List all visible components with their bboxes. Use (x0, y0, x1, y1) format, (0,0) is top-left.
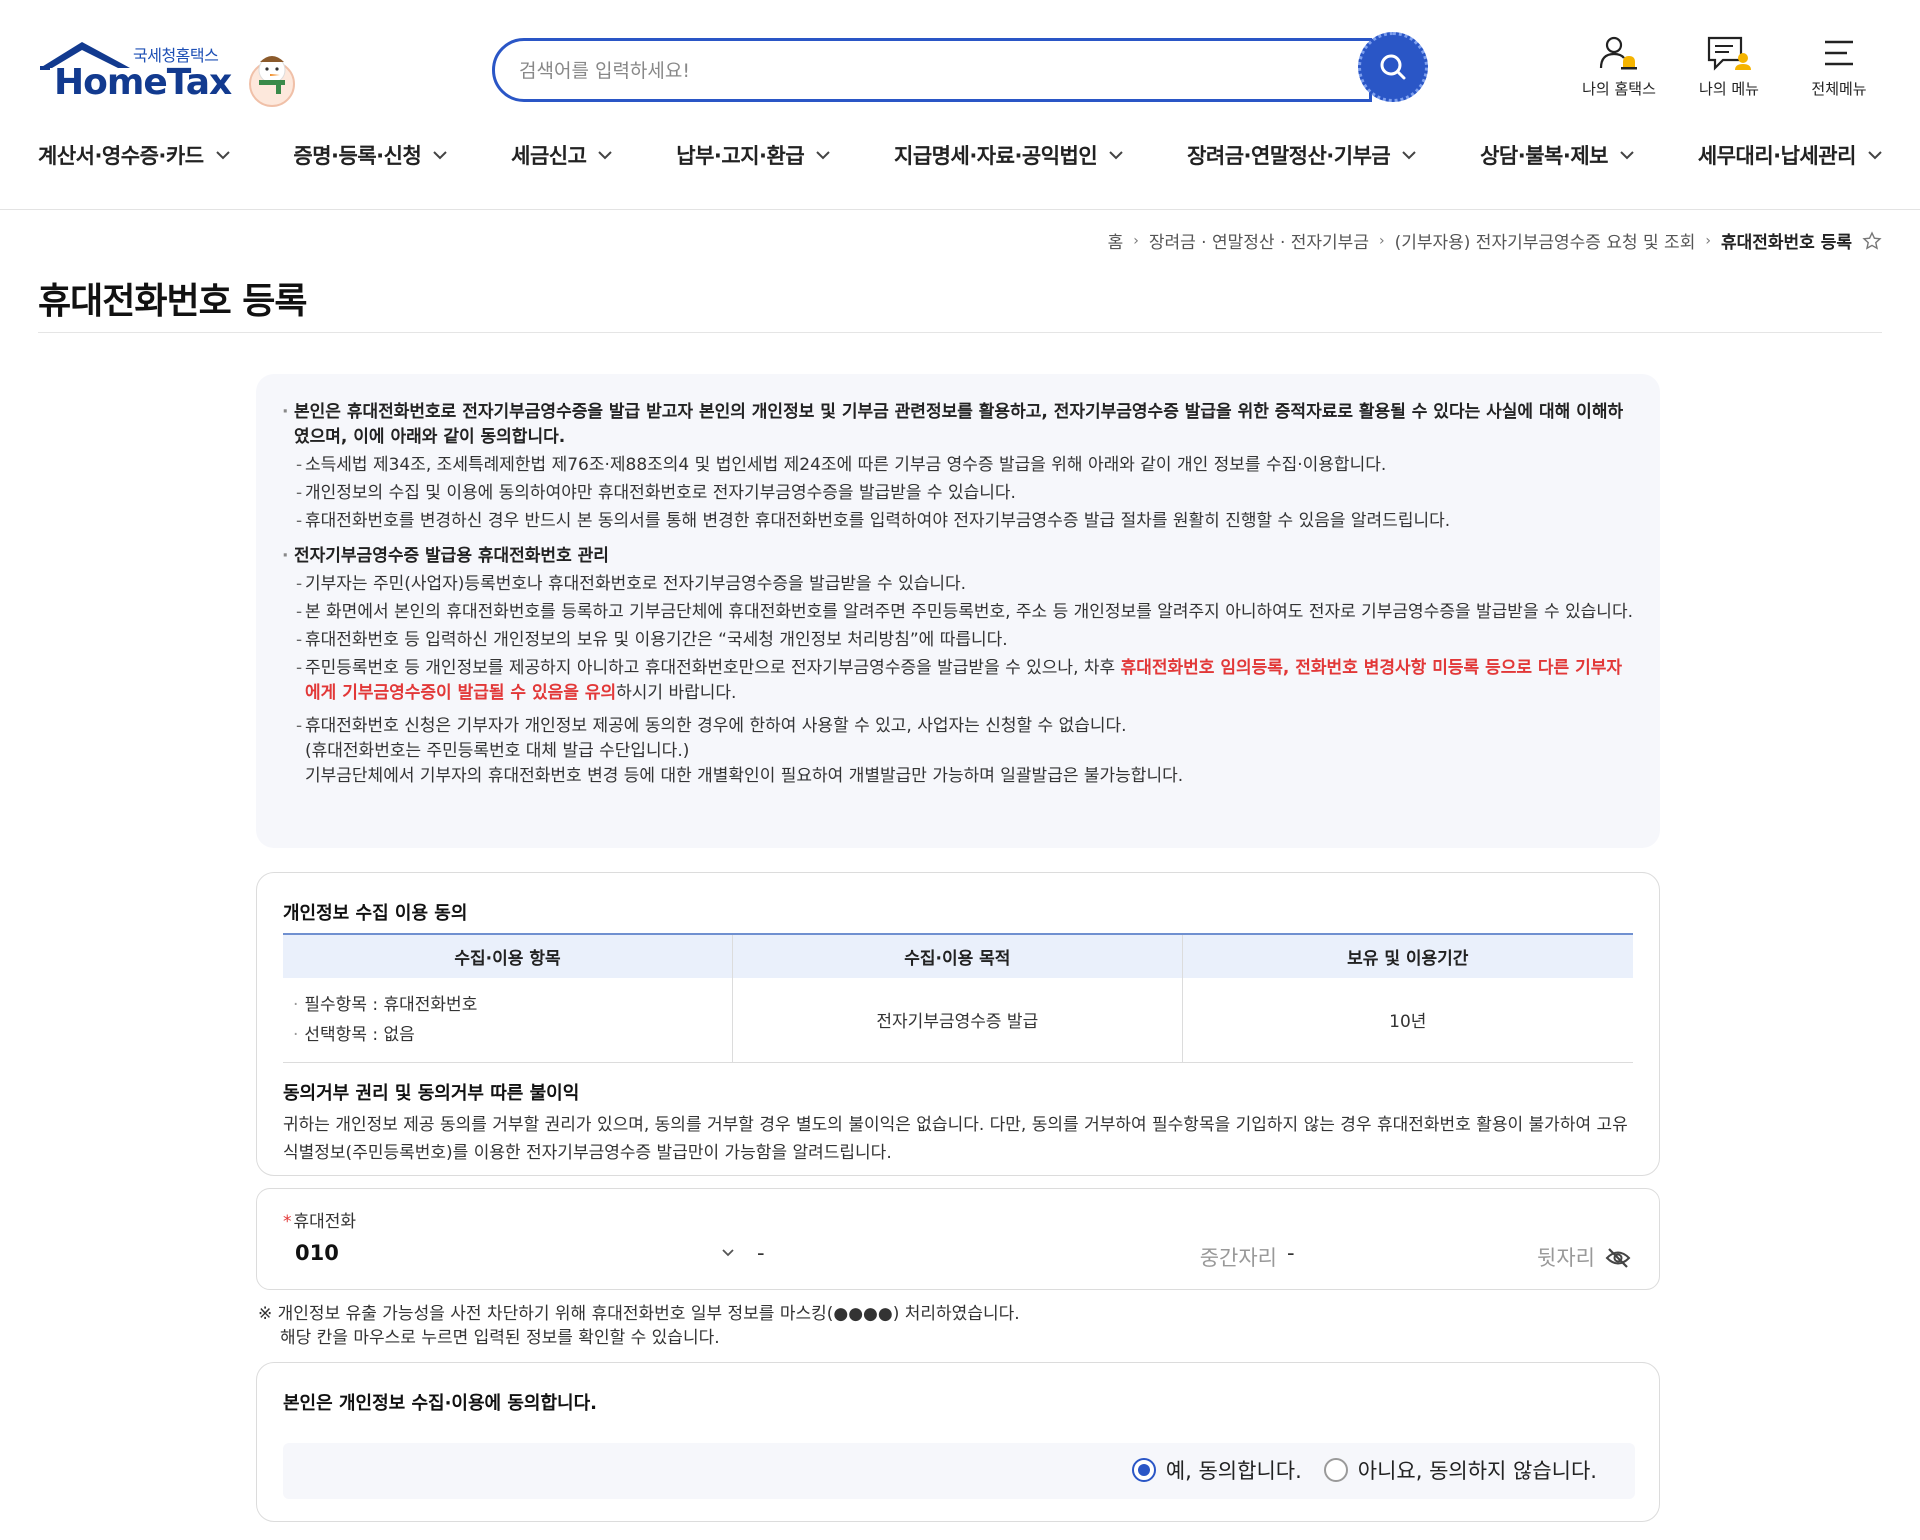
breadcrumb: 홈 › 장려금 · 연말정산 · 전자기부금 › (기부자용) 전자기부금영수증… (1108, 228, 1882, 253)
chevron-down-icon (816, 151, 830, 160)
agree-title: 본인은 개인정보 수집·이용에 동의합니다. (283, 1393, 597, 1414)
phone-last-input[interactable] (1307, 1241, 1595, 1275)
agree-box: 본인은 개인정보 수집·이용에 동의합니다. 예, 동의합니다. 아니요, 동의… (256, 1362, 1660, 1522)
radio-selected-icon (1131, 1458, 1156, 1482)
nav-item-certificates[interactable]: 증명·등록·신청 (293, 140, 447, 170)
masking-note-line: ※ 개인정보 유출 가능성을 사전 차단하기 위해 휴대전화번호 일부 정보를 … (258, 1304, 1020, 1324)
breadcrumb-home[interactable]: 홈 (1108, 228, 1124, 253)
agree-no-radio[interactable]: 아니요, 동의하지 않습니다. (1323, 1455, 1597, 1485)
breadcrumb-separator-icon: › (1133, 232, 1139, 249)
chevron-down-icon (598, 151, 613, 160)
nav-item-receipts[interactable]: 계산서·영수증·카드 (38, 140, 230, 170)
my-hometax-button[interactable]: 나의 홈택스 (1576, 34, 1662, 99)
breadcrumb-separator-icon: › (1705, 232, 1711, 249)
breadcrumb-current: 휴대전화번호 등록 (1720, 233, 1852, 253)
refusal-title: 동의거부 권리 및 동의거부 따른 불이익 (283, 1082, 580, 1104)
my-menu-icon (1707, 36, 1751, 71)
required-mark: * (283, 1212, 292, 1232)
column-header: 수집·이용 항목 (283, 934, 734, 978)
list-item: · 필수항목 : 휴대전화번호 (293, 994, 478, 1015)
search-box (492, 38, 1372, 102)
chevron-down-icon (215, 151, 230, 160)
breadcrumb-separator-icon: › (1378, 232, 1385, 249)
list-item: · 선택항목 : 없음 (293, 1024, 415, 1045)
period-cell: 10년 (1182, 978, 1633, 1063)
notice-item-line: (휴대전화번호는 주민등록번호 대체 발급 수단입니다.) (305, 741, 690, 761)
page-title: 휴대전화번호 등록 (38, 281, 307, 322)
notice-item: 소득세법 제34조, 조세특례제한법 제76조·제88조의4 및 법인세법 제2… (282, 453, 1634, 478)
table-row: · 필수항목 : 휴대전화번호 · 선택항목 : 없음 전자기부금영수증 발급 10… (283, 978, 1633, 1063)
chevron-down-icon (1109, 151, 1123, 160)
search-button[interactable] (1358, 32, 1428, 102)
masking-note-line: 해당 칸을 마우스로 누르면 입력된 정보를 확인할 수 있습니다. (280, 1328, 720, 1348)
nav-item-consult[interactable]: 상담·불복·제보 (1480, 140, 1634, 170)
hometax-logo[interactable]: 국세청홈택스 HomeTax (38, 38, 308, 110)
breadcrumb-incentive[interactable]: 장려금 · 연말정산 · 전자기부금 (1149, 228, 1369, 253)
all-menu-label: 전체메뉴 (1811, 80, 1867, 98)
snowman-mascot-icon (249, 56, 295, 107)
chevron-down-icon (1868, 151, 1882, 160)
masking-note: ※ 개인정보 유출 가능성을 사전 차단하기 위해 휴대전화번호 일부 정보를 … (258, 1302, 1020, 1350)
agree-panel: 예, 동의합니다. 아니요, 동의하지 않습니다. (283, 1443, 1635, 1499)
column-header: 수집·이용 목적 (732, 934, 1183, 978)
notice-item: 개인정보의 수집 및 이용에 동의하여야만 휴대전화번호로 전자기부금영수증을 … (282, 481, 1634, 506)
hamburger-icon (1825, 40, 1853, 66)
top-tools: 나의 홈택스 나의 메뉴 전체메뉴 (1576, 34, 1882, 99)
refusal-text: 귀하는 개인정보 제공 동의를 거부할 권리가 있으며, 동의를 거부할 경우 … (283, 1114, 1628, 1163)
privacy-title: 개인정보 수집 이용 동의 (283, 903, 468, 924)
chevron-down-icon (722, 1249, 734, 1257)
my-menu-button[interactable]: 나의 메뉴 (1686, 34, 1772, 99)
nav-item-payment-statement[interactable]: 지급명세·자료·공익법인 (894, 140, 1123, 170)
title-divider (38, 332, 1882, 333)
collect-items-cell: · 필수항목 : 휴대전화번호 · 선택항목 : 없음 (283, 978, 734, 1063)
chevron-down-icon (1620, 151, 1634, 160)
column-header: 보유 및 이용기간 (1182, 934, 1633, 978)
notice-bullet: 본인은 휴대전화번호로 전자기부금영수증을 발급 받고자 본인의 개인정보 및 … (282, 400, 1634, 450)
notice-box: 본인은 휴대전화번호로 전자기부금영수증을 발급 받고자 본인의 개인정보 및 … (256, 374, 1660, 848)
chevron-down-icon (433, 151, 447, 160)
main-nav: 계산서·영수증·카드 증명·등록·신청 세금신고 납부·고지·환급 지급명세·자… (38, 140, 1882, 170)
site-header: 국세청홈택스 HomeTax 나의 홈택 (0, 0, 1920, 210)
eye-off-icon[interactable] (1605, 1247, 1631, 1269)
privacy-consent-box: 개인정보 수집 이용 동의 수집·이용 항목 수집·이용 목적 보유 및 이용기… (256, 872, 1660, 1176)
nav-item-tax-agent[interactable]: 세무대리·납세관리 (1698, 140, 1882, 170)
notice-bullet: 전자기부금영수증 발급용 휴대전화번호 관리 (282, 544, 1634, 569)
notice-item-warning: 주민등록번호 등 개인정보를 제공하지 아니하고 휴대전화번호만으로 전자기부금… (282, 656, 1634, 706)
all-menu-button[interactable]: 전체메뉴 (1796, 34, 1882, 99)
purpose-cell: 전자기부금영수증 발급 (732, 978, 1183, 1063)
my-menu-label: 나의 메뉴 (1699, 80, 1759, 98)
notice-item: 휴대전화번호 등 입력하신 개인정보의 보유 및 이용기간은 “국세청 개인정보… (282, 628, 1634, 653)
search-input[interactable] (519, 53, 1319, 89)
breadcrumb-donation-receipt[interactable]: (기부자용) 전자기부금영수증 요청 및 조회 (1395, 228, 1696, 253)
chevron-down-icon (1402, 151, 1416, 160)
phone-label: * 휴대전화 (283, 1212, 357, 1232)
agree-radio-group: 예, 동의합니다. 아니요, 동의하지 않습니다. (1131, 1455, 1597, 1485)
phone-prefix-select[interactable]: 010 (295, 1241, 735, 1275)
notice-item: 휴대전화번호를 변경하신 경우 반드시 본 동의서를 통해 변경한 휴대전화번호… (282, 509, 1634, 534)
agree-yes-radio[interactable]: 예, 동의합니다. (1131, 1455, 1302, 1485)
radio-unselected-icon (1323, 1458, 1348, 1482)
my-hometax-label: 나의 홈택스 (1582, 80, 1656, 98)
phone-dash: - (757, 1241, 765, 1265)
notice-item-line: 기부금단체에서 기부자의 휴대전화번호 변경 등에 대한 개별확인이 필요하여 … (305, 766, 1184, 786)
privacy-table: 수집·이용 항목 수집·이용 목적 보유 및 이용기간 · 필수항목 : 휴대전화… (283, 933, 1633, 1063)
nav-item-incentive[interactable]: 장려금·연말정산·기부금 (1187, 140, 1416, 170)
phone-dash: - (1287, 1241, 1295, 1265)
favorite-star-icon[interactable] (1862, 230, 1882, 251)
search-icon (1380, 54, 1406, 80)
phone-input-box: *휴대전화 010 - - (256, 1188, 1660, 1290)
table-header-row: 수집·이용 항목 수집·이용 목적 보유 및 이용기간 (283, 934, 1633, 978)
nav-item-tax-report[interactable]: 세금신고 (511, 140, 613, 170)
notice-item: 기부자는 주민(사업자)등록번호나 휴대전화번호로 전자기부금영수증을 발급받을… (282, 572, 1634, 597)
notice-item: 휴대전화번호 신청은 기부자가 개인정보 제공에 동의한 경우에 한하여 사용할… (282, 714, 1634, 739)
logo-title: HomeTax (54, 62, 232, 103)
user-bell-icon (1599, 36, 1637, 70)
nav-item-payment[interactable]: 납부·고지·환급 (676, 140, 830, 170)
phone-middle-input[interactable] (777, 1241, 1277, 1275)
notice-item: 본 화면에서 본인의 휴대전화번호를 등록하고 기부금단체에 휴대전화번호를 알… (282, 600, 1634, 625)
